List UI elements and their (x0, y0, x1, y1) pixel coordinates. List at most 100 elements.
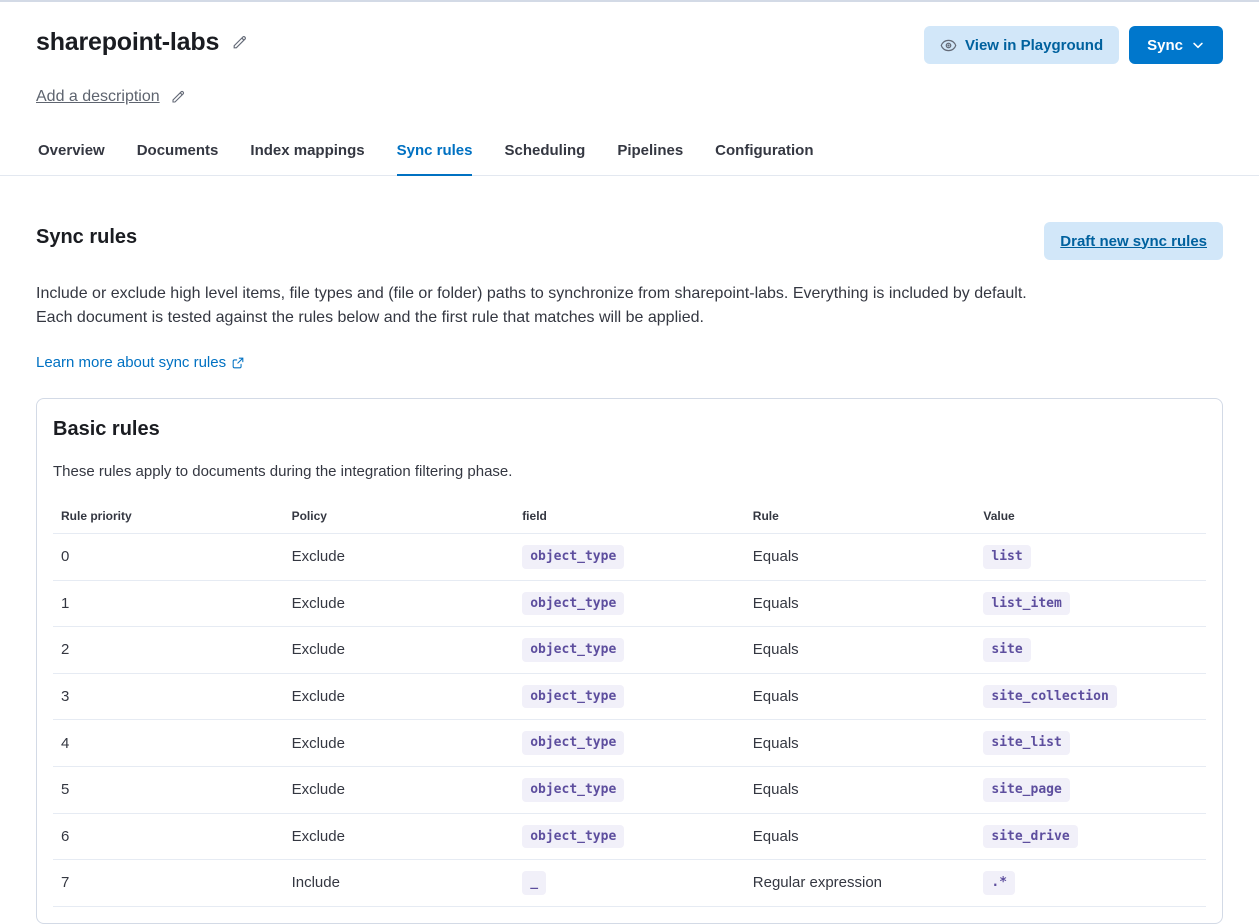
page-header: sharepoint-labs View in Playground (36, 26, 1223, 64)
value-cell: site_list (975, 720, 1206, 767)
value-cell: site_collection (975, 673, 1206, 720)
policy-cell: Exclude (284, 720, 515, 767)
tab-documents[interactable]: Documents (137, 128, 219, 176)
value-code-badge: site_drive (983, 825, 1077, 849)
edit-title-pencil-icon[interactable] (231, 34, 248, 51)
edit-description-pencil-icon[interactable] (170, 89, 186, 105)
column-header-field: field (514, 501, 745, 534)
page-title: sharepoint-labs (36, 28, 219, 57)
section-description: Include or exclude high level items, fil… (36, 282, 1041, 330)
column-header-policy: Policy (284, 501, 515, 534)
field-code-badge: object_type (522, 685, 624, 709)
basic-rules-card: Basic rules These rules apply to documen… (36, 398, 1223, 924)
value-code-badge: list_item (983, 592, 1069, 616)
rule-cell: Equals (745, 673, 976, 720)
field-code-badge: object_type (522, 545, 624, 569)
policy-cell: Exclude (284, 673, 515, 720)
rule-priority-cell: 6 (53, 813, 284, 860)
field-code-badge: object_type (522, 825, 624, 849)
tab-sync-rules[interactable]: Sync rules (397, 128, 473, 176)
column-header-rule: Rule (745, 501, 976, 534)
tab-pipelines[interactable]: Pipelines (617, 128, 683, 176)
rule-priority-cell: 2 (53, 627, 284, 674)
table-row: 5 Exclude object_type Equals site_page (53, 766, 1206, 813)
section-title: Sync rules (36, 222, 137, 249)
value-cell: list_item (975, 580, 1206, 627)
sync-button[interactable]: Sync (1129, 26, 1223, 64)
learn-more-label: Learn more about sync rules (36, 354, 226, 371)
view-in-playground-label: View in Playground (965, 37, 1103, 54)
field-code-badge: _ (522, 871, 546, 895)
rules-table-body: 0 Exclude object_type Equals list 1 Excl… (53, 534, 1206, 907)
policy-cell: Exclude (284, 813, 515, 860)
rule-cell: Equals (745, 813, 976, 860)
field-code-badge: object_type (522, 778, 624, 802)
rule-priority-cell: 5 (53, 766, 284, 813)
rule-cell: Regular expression (745, 860, 976, 907)
rule-cell: Equals (745, 534, 976, 581)
table-header-row: Rule priorityPolicyfieldRuleValue (53, 501, 1206, 534)
draft-new-sync-rules-button[interactable]: Draft new sync rules (1044, 222, 1223, 260)
external-link-icon (231, 356, 245, 370)
field-cell: _ (514, 860, 745, 907)
field-cell: object_type (514, 720, 745, 767)
chevron-down-icon (1191, 38, 1205, 52)
tab-configuration[interactable]: Configuration (715, 128, 813, 176)
rule-priority-cell: 1 (53, 580, 284, 627)
sync-button-label: Sync (1147, 37, 1183, 54)
header-actions: View in Playground Sync (924, 26, 1223, 64)
value-code-badge: site (983, 638, 1030, 662)
field-code-badge: object_type (522, 592, 624, 616)
rule-cell: Equals (745, 766, 976, 813)
value-code-badge: .* (983, 871, 1015, 895)
table-row: 2 Exclude object_type Equals site (53, 627, 1206, 674)
field-cell: object_type (514, 766, 745, 813)
value-code-badge: site_list (983, 731, 1069, 755)
value-cell: site_drive (975, 813, 1206, 860)
rule-cell: Equals (745, 580, 976, 627)
value-cell: list (975, 534, 1206, 581)
title-row: sharepoint-labs (36, 26, 248, 57)
draft-new-sync-rules-label: Draft new sync rules (1060, 233, 1207, 250)
column-header-value: Value (975, 501, 1206, 534)
tab-bar: Overview Documents Index mappings Sync rule… (0, 128, 1259, 175)
rules-table: Rule priorityPolicyfieldRuleValue 0 Excl… (53, 501, 1206, 907)
table-row: 0 Exclude object_type Equals list (53, 534, 1206, 581)
tab-overview[interactable]: Overview (38, 128, 105, 176)
table-row: 4 Exclude object_type Equals site_list (53, 720, 1206, 767)
connector-page: sharepoint-labs View in Playground (0, 2, 1259, 924)
policy-cell: Exclude (284, 534, 515, 581)
field-cell: object_type (514, 627, 745, 674)
tab-bar-wrapper: Overview Documents Index mappings Sync rule… (0, 128, 1259, 176)
table-row: 3 Exclude object_type Equals site_collec… (53, 673, 1206, 720)
field-cell: object_type (514, 580, 745, 627)
rule-priority-cell: 3 (53, 673, 284, 720)
value-code-badge: site_page (983, 778, 1069, 802)
field-cell: object_type (514, 813, 745, 860)
sync-rules-section-header: Sync rules Draft new sync rules (36, 222, 1223, 260)
value-cell: .* (975, 860, 1206, 907)
column-header-rule-priority: Rule priority (53, 501, 284, 534)
basic-rules-subtitle: These rules apply to documents during th… (53, 463, 1206, 480)
table-row: 6 Exclude object_type Equals site_drive (53, 813, 1206, 860)
tab-index-mappings[interactable]: Index mappings (250, 128, 364, 176)
policy-cell: Include (284, 860, 515, 907)
rule-cell: Equals (745, 627, 976, 674)
value-cell: site_page (975, 766, 1206, 813)
policy-cell: Exclude (284, 580, 515, 627)
table-row: 7 Include _ Regular expression .* (53, 860, 1206, 907)
field-cell: object_type (514, 534, 745, 581)
add-description-link[interactable]: Add a description (36, 88, 160, 106)
field-code-badge: object_type (522, 638, 624, 662)
view-in-playground-button[interactable]: View in Playground (924, 26, 1119, 64)
rule-priority-cell: 7 (53, 860, 284, 907)
field-cell: object_type (514, 673, 745, 720)
value-code-badge: list (983, 545, 1030, 569)
field-code-badge: object_type (522, 731, 624, 755)
value-code-badge: site_collection (983, 685, 1116, 709)
tab-scheduling[interactable]: Scheduling (504, 128, 585, 176)
rule-priority-cell: 0 (53, 534, 284, 581)
learn-more-link[interactable]: Learn more about sync rules (36, 354, 245, 371)
policy-cell: Exclude (284, 627, 515, 674)
policy-cell: Exclude (284, 766, 515, 813)
